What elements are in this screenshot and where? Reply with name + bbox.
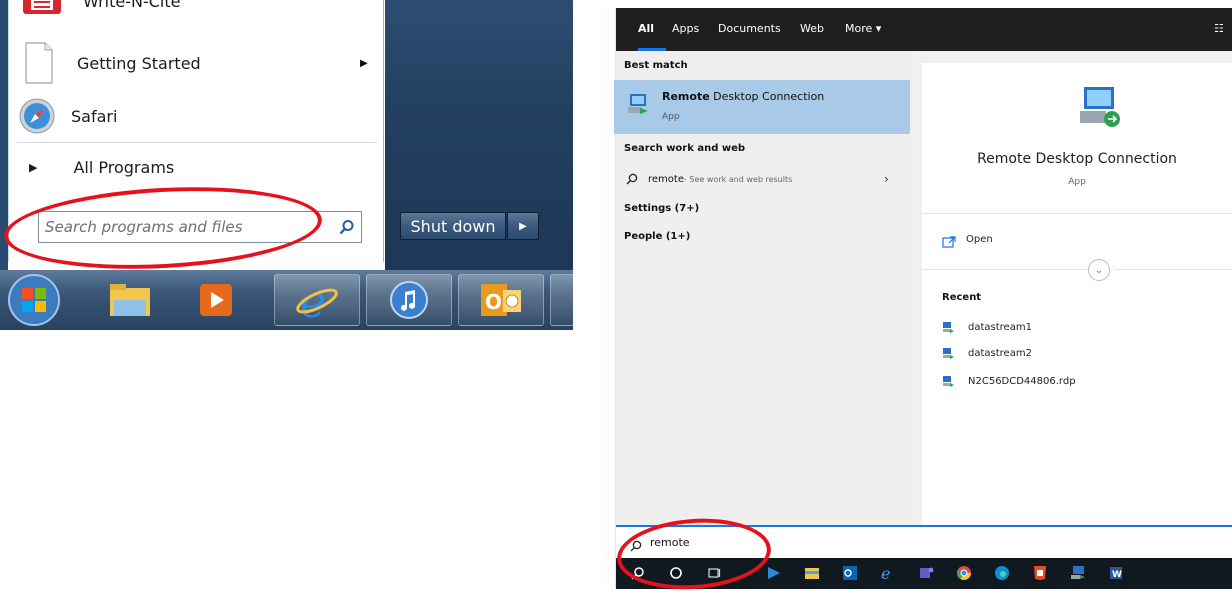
search-icon[interactable]	[333, 212, 361, 242]
win10-search-screenshot: All Apps Documents Web More ▾ ☷ Best mat…	[604, 8, 1232, 589]
taskbar-outlook[interactable]: O	[458, 274, 544, 326]
search-filter-tabs: All Apps Documents Web More ▾ ☷	[616, 8, 1232, 51]
svg-text:W: W	[1112, 570, 1122, 580]
internet-explorer-icon: e	[296, 277, 338, 323]
taskbar-explorer[interactable]	[88, 274, 172, 326]
folder-icon	[110, 284, 150, 316]
program-getting-started[interactable]: Getting Started	[19, 42, 201, 84]
chevron-right-icon[interactable]: ›	[884, 172, 889, 186]
chrome-icon[interactable]	[956, 565, 972, 581]
edge-icon[interactable]	[994, 565, 1010, 581]
svg-text:e: e	[881, 565, 890, 581]
best-match-subtitle: App	[662, 112, 680, 122]
shutdown-options-button[interactable]: ▶	[507, 212, 539, 240]
taskbar-itunes[interactable]	[366, 274, 452, 326]
chevron-right-icon: ▶	[519, 220, 527, 232]
taskbar-media-player[interactable]	[174, 274, 258, 326]
result-detail-pane: Remote Desktop Connection App Open ⌄ Rec…	[922, 63, 1232, 525]
remote-desktop-icon	[626, 92, 650, 120]
open-label: Open	[966, 233, 993, 245]
best-match-heading: Best match	[624, 60, 688, 71]
outlook-icon[interactable]	[842, 565, 858, 581]
open-action[interactable]: Open	[942, 233, 993, 248]
rdp-file-icon	[942, 347, 954, 359]
account-icon[interactable]: ☷	[1214, 22, 1224, 35]
win7-start-menu-screenshot: Write-N-Cite Getting Started ▶ Safari ▶ …	[0, 0, 573, 330]
submenu-arrow-icon[interactable]: ▶	[360, 58, 368, 69]
divider	[1114, 269, 1232, 270]
program-label: Safari	[71, 106, 118, 126]
recent-item-label: N2C56DCD44806.rdp	[968, 375, 1076, 387]
search-icon	[626, 170, 642, 189]
program-label: Write-N-Cite	[83, 0, 181, 11]
recent-heading: Recent	[942, 292, 982, 303]
tab-documents[interactable]: Documents	[718, 22, 781, 35]
all-programs-label: All Programs	[73, 158, 175, 177]
web-search-result[interactable]: remote - See work and web results ›	[626, 170, 896, 188]
tab-web[interactable]: Web	[800, 22, 824, 35]
word-icon[interactable]: W	[1108, 565, 1124, 581]
remote-desktop-large-icon	[1076, 83, 1122, 133]
tab-apps[interactable]: Apps	[672, 22, 699, 35]
best-match-result[interactable]: Remote Desktop Connection App	[614, 80, 910, 134]
web-result-query: remote	[648, 173, 684, 185]
recent-item-label: datastream2	[968, 347, 1032, 359]
divider	[922, 269, 1087, 270]
win7-taskbar: e O	[0, 270, 573, 330]
detail-subtitle: App	[1068, 177, 1086, 187]
right-triangle-icon: ▶	[29, 161, 38, 174]
html-app-icon[interactable]	[1032, 565, 1048, 581]
expand-chevron-icon[interactable]: ⌄	[1088, 259, 1110, 281]
web-result-suffix: - See work and web results	[683, 174, 793, 184]
program-safari[interactable]: Safari	[19, 98, 117, 134]
remote-desktop-icon[interactable]	[1070, 565, 1086, 581]
tab-all[interactable]: All	[638, 22, 654, 35]
svg-text:O: O	[485, 290, 502, 314]
tab-more[interactable]: More ▾	[845, 22, 881, 35]
detail-title: Remote Desktop Connection	[977, 151, 1177, 167]
write-n-cite-icon	[19, 0, 65, 14]
recent-item[interactable]: datastream2	[942, 347, 1032, 359]
document-icon	[25, 42, 53, 84]
shutdown-button[interactable]: Shut down	[400, 212, 506, 240]
start-orb-button[interactable]	[2, 274, 66, 326]
recent-item-label: datastream1	[968, 321, 1032, 333]
internet-explorer-icon[interactable]: e	[880, 565, 896, 581]
rdp-file-icon	[942, 375, 954, 387]
search-work-web-heading: Search work and web	[624, 143, 746, 154]
windows-orb-icon	[8, 274, 60, 326]
safari-icon	[19, 98, 55, 134]
itunes-icon	[390, 281, 428, 319]
best-match-title: Remote Desktop Connection	[662, 90, 824, 103]
outlook-icon: O	[481, 284, 521, 316]
rdp-file-icon	[942, 321, 954, 333]
media-player-icon	[200, 284, 232, 316]
taskbar-internet-explorer[interactable]: e	[274, 274, 360, 326]
divider	[17, 142, 377, 143]
file-explorer-icon[interactable]	[804, 565, 820, 581]
taskbar-item-cropped[interactable]	[550, 274, 573, 326]
all-programs-link[interactable]: ▶ All Programs	[19, 158, 174, 177]
open-icon	[942, 233, 956, 248]
recent-item[interactable]: N2C56DCD44806.rdp	[942, 375, 1076, 387]
recent-item[interactable]: datastream1	[942, 321, 1032, 333]
divider	[922, 213, 1232, 214]
program-write-n-cite[interactable]: Write-N-Cite	[19, 0, 181, 14]
best-match-title-bold: Remote	[662, 90, 710, 103]
best-match-title-rest: Desktop Connection	[709, 90, 825, 103]
settings-category[interactable]: Settings (7+)	[624, 203, 699, 214]
teams-icon[interactable]	[918, 565, 934, 581]
app-icon[interactable]	[766, 565, 782, 581]
people-category[interactable]: People (1+)	[624, 231, 690, 242]
program-label: Getting Started	[77, 53, 201, 73]
